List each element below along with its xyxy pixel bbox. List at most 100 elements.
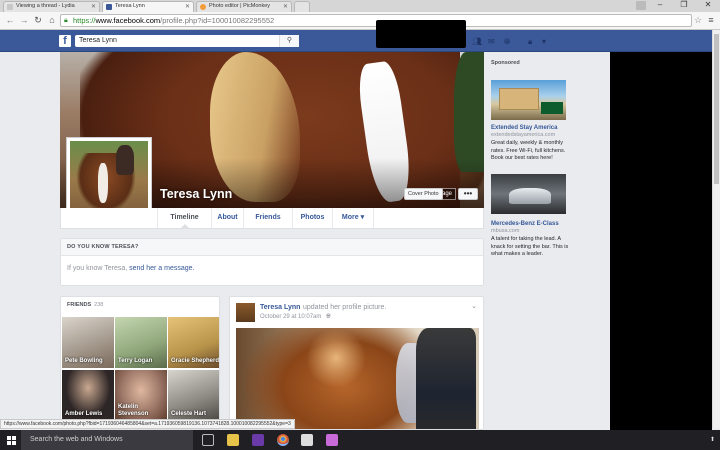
ad-url[interactable]: extendedstayamerica.com [491, 132, 555, 139]
facebook-header: f Teresa Lynn ⚲ 👥︎ ✉︎ 🌐︎ 🔒︎ ▾ [0, 30, 720, 52]
menu-icon[interactable]: ≡ [706, 15, 716, 25]
messages-icon[interactable]: ✉︎ [488, 37, 495, 46]
tab-title: Viewing a thread - Lydia [16, 3, 75, 9]
scrollbar[interactable] [712, 30, 720, 428]
post-time[interactable]: October 29 at 10:07am [260, 314, 321, 320]
post-action: updated her profile picture. [303, 304, 387, 311]
search-value: Teresa Lynn [79, 37, 117, 44]
post-author[interactable]: Teresa Lynn [260, 304, 300, 311]
lock-icon: 🔒︎ [64, 17, 68, 24]
back-icon[interactable]: ← [5, 15, 15, 25]
search-icon[interactable]: ⚲ [279, 35, 299, 47]
store-icon[interactable] [252, 434, 264, 446]
card-heading: DO YOU KNOW TERESA? [61, 239, 483, 256]
ad-title[interactable]: Mercedes-Benz E-Class [491, 221, 559, 228]
scrollbar-thumb[interactable] [714, 34, 719, 184]
friends-count: 238 [94, 302, 104, 308]
windows-taskbar: Search the web and Windows ⬆︎ [0, 430, 720, 450]
friend-name: Gracie Shepherd [171, 358, 220, 364]
profile-picture-image [70, 141, 148, 218]
tab-title: Photo editor | PicMonkey [209, 3, 271, 9]
ad-building [499, 88, 539, 110]
globe-icon[interactable]: 🌐︎ [326, 314, 331, 321]
url-scheme: https:// [73, 16, 96, 25]
app-icon[interactable] [326, 434, 338, 446]
timeline-post: Teresa Lynn updated her profile picture.… [229, 296, 484, 430]
ad-url[interactable]: mbusa.com [491, 228, 519, 235]
browser-tabstrip: Viewing a thread - Lydia ✕ Teresa Lynn ✕… [0, 0, 720, 12]
post-photo-rider [416, 328, 476, 429]
browser-tab-active[interactable]: Teresa Lynn ✕ [102, 1, 194, 12]
user-icon[interactable] [636, 1, 646, 10]
ad-title[interactable]: Extended Stay America [491, 125, 557, 132]
browser-tab[interactable]: Viewing a thread - Lydia ✕ [3, 1, 100, 12]
friends-heading[interactable]: FRIENDS 238 [67, 302, 103, 308]
redaction-block [376, 20, 466, 48]
facebook-logo[interactable]: f [59, 35, 71, 47]
taskbar-search-input[interactable]: Search the web and Windows [21, 430, 193, 450]
friend-tile[interactable]: Pete Bowling [62, 317, 114, 368]
url-host: www.facebook.com [95, 16, 161, 25]
ad-car [509, 188, 551, 204]
privacy-icon[interactable]: 🔒︎ [528, 37, 532, 47]
tab-friends[interactable]: Friends [243, 208, 292, 228]
sponsored-column: Sponsored Extended Stay America extended… [491, 60, 571, 270]
tab-title: Teresa Lynn [115, 3, 145, 9]
status-bar: https://www.facebook.com/photo.php?fbid=… [0, 419, 295, 429]
new-tab-button[interactable] [294, 1, 310, 12]
post-photo[interactable] [236, 328, 479, 429]
friends-card: FRIENDS 238 Pete Bowling Terry Logan Grac… [60, 296, 220, 430]
ad-image[interactable] [491, 80, 566, 120]
tab-timeline[interactable]: Timeline [157, 208, 211, 228]
post-avatar[interactable] [236, 303, 255, 322]
do-you-know-card: DO YOU KNOW TERESA? If you know Teresa, … [60, 238, 484, 286]
close-icon[interactable]: ✕ [283, 3, 288, 10]
restore-icon[interactable]: ❐ [676, 0, 692, 9]
file-explorer-icon[interactable] [227, 434, 239, 446]
chevron-down-icon[interactable]: ▾ [542, 37, 546, 46]
page-icon [7, 4, 13, 10]
calendar-icon[interactable] [301, 434, 313, 446]
friend-tile[interactable]: Gracie Shepherd [168, 317, 220, 368]
notifications-icon[interactable]: 🌐︎ [504, 37, 510, 47]
system-tray[interactable]: ⬆︎ [710, 436, 715, 443]
home-icon[interactable]: ⌂ [47, 15, 57, 25]
cover-photo-button[interactable]: Cover Photo [404, 188, 443, 200]
friend-tile[interactable]: Amber Lewis [62, 370, 114, 421]
close-window-icon[interactable]: ✕ [700, 0, 716, 9]
friends-label: FRIENDS [67, 302, 92, 308]
card-body: If you know Teresa, send her a message. [67, 265, 195, 272]
ad-logo [541, 102, 563, 114]
chrome-icon[interactable] [277, 434, 289, 446]
close-icon[interactable]: ✕ [91, 3, 96, 10]
forward-icon[interactable]: → [19, 15, 29, 25]
friend-tile[interactable]: Celeste Hart [168, 370, 219, 421]
friend-tile[interactable]: Terry Logan [115, 317, 167, 368]
send-message-link[interactable]: send her a message. [129, 265, 194, 272]
chat-sidebar [610, 52, 712, 445]
task-view-icon[interactable] [202, 434, 214, 446]
profile-name[interactable]: Teresa Lynn [160, 187, 232, 201]
more-options-button[interactable]: ••• [458, 188, 478, 200]
star-icon[interactable]: ☆ [693, 15, 703, 26]
close-icon[interactable]: ✕ [185, 3, 190, 10]
tab-photos[interactable]: Photos [292, 208, 332, 228]
chevron-down-icon[interactable]: ⌄ [471, 302, 477, 310]
ad-image[interactable] [491, 174, 566, 214]
reload-icon[interactable]: ↻ [33, 15, 43, 26]
browser-tab[interactable]: Photo editor | PicMonkey ✕ [196, 1, 292, 12]
card-prefix: If you know Teresa, [67, 265, 130, 272]
friend-name: Terry Logan [118, 358, 153, 364]
search-input[interactable]: Teresa Lynn ⚲ [75, 35, 299, 47]
friend-requests-icon[interactable]: 👥︎ [472, 37, 482, 46]
minimize-icon[interactable]: – [652, 0, 668, 9]
tab-more[interactable]: More ▾ [332, 208, 374, 228]
facebook-icon [106, 4, 112, 10]
propic-blaze [98, 163, 108, 203]
tab-about[interactable]: About [211, 208, 243, 228]
friend-tile[interactable]: Katelin Stevenson [115, 370, 167, 421]
post-photo-mane [306, 328, 366, 388]
friend-name: Amber Lewis [65, 411, 103, 417]
picmonkey-icon [200, 4, 206, 10]
windows-start-icon[interactable] [7, 436, 16, 445]
